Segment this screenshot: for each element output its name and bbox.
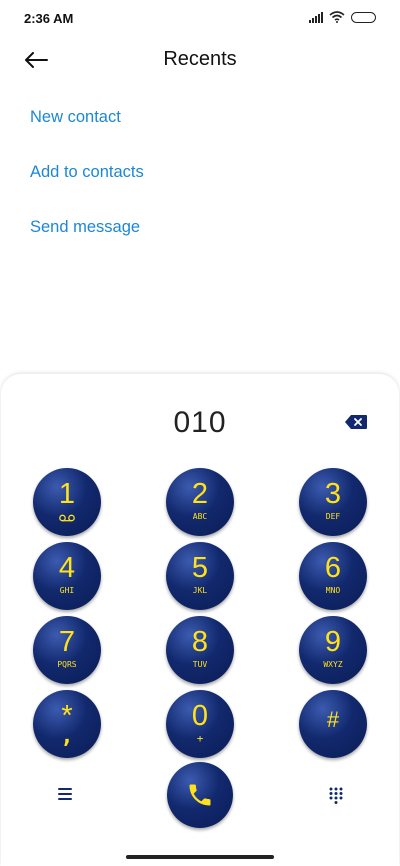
- key-hash[interactable]: #: [299, 690, 367, 758]
- home-indicator[interactable]: [126, 855, 274, 859]
- key-digit: 4: [58, 552, 76, 584]
- phone-icon: [189, 784, 211, 806]
- key-digit: 0: [191, 700, 209, 732]
- key-digit: 8: [191, 626, 209, 658]
- key-2[interactable]: 2 ABC: [166, 468, 234, 536]
- key-letters: GHI: [59, 586, 75, 595]
- key-star[interactable]: * ,: [33, 690, 101, 758]
- key-3[interactable]: 3 DEF: [299, 468, 367, 536]
- key-letters: TUV: [192, 660, 208, 669]
- page-title: Recents: [163, 48, 237, 70]
- key-letters: PQRS: [57, 660, 77, 669]
- add-to-contacts-link[interactable]: Add to contacts: [30, 163, 144, 182]
- status-bar: 2:36 AM: [0, 0, 400, 36]
- key-letters: DEF: [325, 512, 341, 521]
- key-8[interactable]: 8 TUV: [166, 616, 234, 684]
- key-digit: 1: [58, 478, 76, 510]
- header: Recents: [0, 40, 400, 80]
- key-1[interactable]: 1: [33, 468, 101, 536]
- key-digit: 6: [324, 552, 342, 584]
- menu-button[interactable]: [56, 786, 76, 802]
- key-digit: 7: [58, 626, 76, 658]
- status-time: 2:36 AM: [24, 11, 74, 26]
- key-letters: WXYZ: [323, 660, 343, 669]
- battery-icon: [351, 11, 376, 23]
- key-digit: 9: [324, 626, 342, 658]
- key-digit: 5: [191, 552, 209, 584]
- send-message-link[interactable]: Send message: [30, 218, 140, 237]
- key-letters: JKL: [192, 586, 208, 595]
- dialed-number[interactable]: 010: [0, 406, 400, 440]
- key-0[interactable]: 0 +: [166, 690, 234, 758]
- key-digit: 3: [324, 478, 342, 510]
- voicemail-icon: [59, 514, 75, 522]
- backspace-icon: [345, 415, 367, 429]
- menu-icon: [58, 788, 72, 800]
- dialpad-toggle-button[interactable]: [327, 786, 345, 804]
- key-7[interactable]: 7 PQRS: [33, 616, 101, 684]
- key-letters: +: [196, 732, 204, 745]
- call-button[interactable]: [167, 762, 233, 828]
- key-digit: 2: [191, 478, 209, 510]
- key-9[interactable]: 9 WXYZ: [299, 616, 367, 684]
- key-letters: MNO: [325, 586, 341, 595]
- key-6[interactable]: 6 MNO: [299, 542, 367, 610]
- key-4[interactable]: 4 GHI: [33, 542, 101, 610]
- new-contact-link[interactable]: New contact: [30, 108, 121, 127]
- backspace-button[interactable]: [344, 414, 368, 430]
- key-digit: #: [326, 707, 340, 732]
- dialpad-icon: [329, 787, 343, 804]
- key-letters: ,: [60, 724, 74, 749]
- signal-icon: [309, 11, 323, 23]
- status-icons: [309, 11, 376, 23]
- wifi-icon: [329, 11, 345, 23]
- key-5[interactable]: 5 JKL: [166, 542, 234, 610]
- key-letters: ABC: [192, 512, 208, 521]
